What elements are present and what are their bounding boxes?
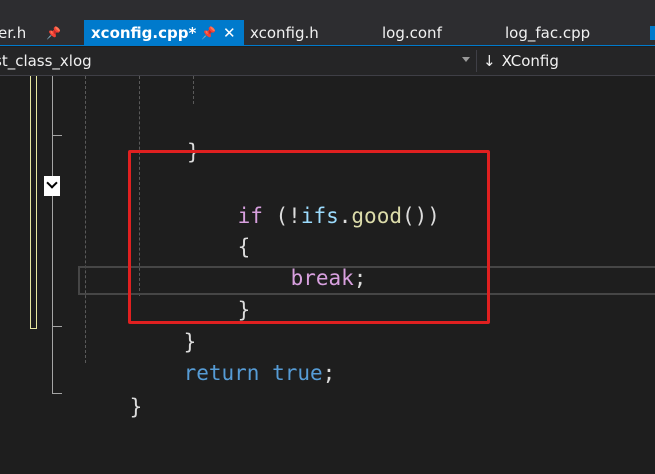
pin-icon[interactable]: 📌 <box>46 20 61 46</box>
scope-label: st_class_xlog <box>0 52 92 70</box>
tab-label: er.h <box>0 24 27 42</box>
outlining-guide <box>52 76 53 394</box>
token-brace: } <box>129 395 143 419</box>
tab-log-fac-cpp[interactable]: log_fac.cpp <box>505 20 635 46</box>
member-arrow-icon: ↓ <box>483 52 496 70</box>
tab-label: xconfig.h <box>250 24 319 42</box>
tab-label: log.conf <box>382 24 442 42</box>
member-dropdown[interactable]: ↓ XConfig <box>481 50 655 72</box>
outlining-tick <box>52 326 62 327</box>
indent-guide <box>193 76 194 104</box>
code-line: } <box>79 362 143 419</box>
annotation-highlight-box <box>128 150 490 324</box>
token-keyword-true: true <box>272 361 323 385</box>
close-icon[interactable]: ✕ <box>223 20 236 46</box>
tab-label: xconfig.cpp* <box>91 24 197 42</box>
token-keyword-return: return <box>183 361 260 385</box>
collapse-toggle-icon[interactable] <box>44 176 60 196</box>
chevron-down-icon[interactable] <box>462 57 470 62</box>
navigation-bar: st_class_xlog ↓ XConfig <box>0 47 655 76</box>
token-punc: ; <box>322 361 336 385</box>
tab-log-conf[interactable]: log.conf <box>382 20 492 46</box>
tab-overflow-indicator[interactable] <box>650 26 655 40</box>
code-line: } <box>0 107 200 164</box>
member-label: XConfig <box>501 52 559 70</box>
tab-xconfig-h[interactable]: xconfig.h <box>250 20 370 46</box>
tab-er-h[interactable]: er.h 📌 <box>0 20 80 46</box>
scope-dropdown[interactable]: st_class_xlog <box>0 50 477 72</box>
document-tab-strip: er.h 📌 xconfig.cpp* 📌 ✕ xconfig.h log.co… <box>0 0 655 46</box>
code-editor[interactable]: } if (!ifs.good()) { break; } } return t… <box>0 76 655 474</box>
tab-label: log_fac.cpp <box>505 24 591 42</box>
outlining-tick <box>52 393 62 394</box>
outlining-tick <box>52 135 62 136</box>
tab-strip-underline <box>0 45 655 46</box>
tab-xconfig-cpp[interactable]: xconfig.cpp* 📌 ✕ <box>84 20 244 46</box>
pin-icon[interactable]: 📌 <box>201 20 216 46</box>
code-line: return true; <box>133 328 336 385</box>
indent-guide <box>85 76 86 363</box>
